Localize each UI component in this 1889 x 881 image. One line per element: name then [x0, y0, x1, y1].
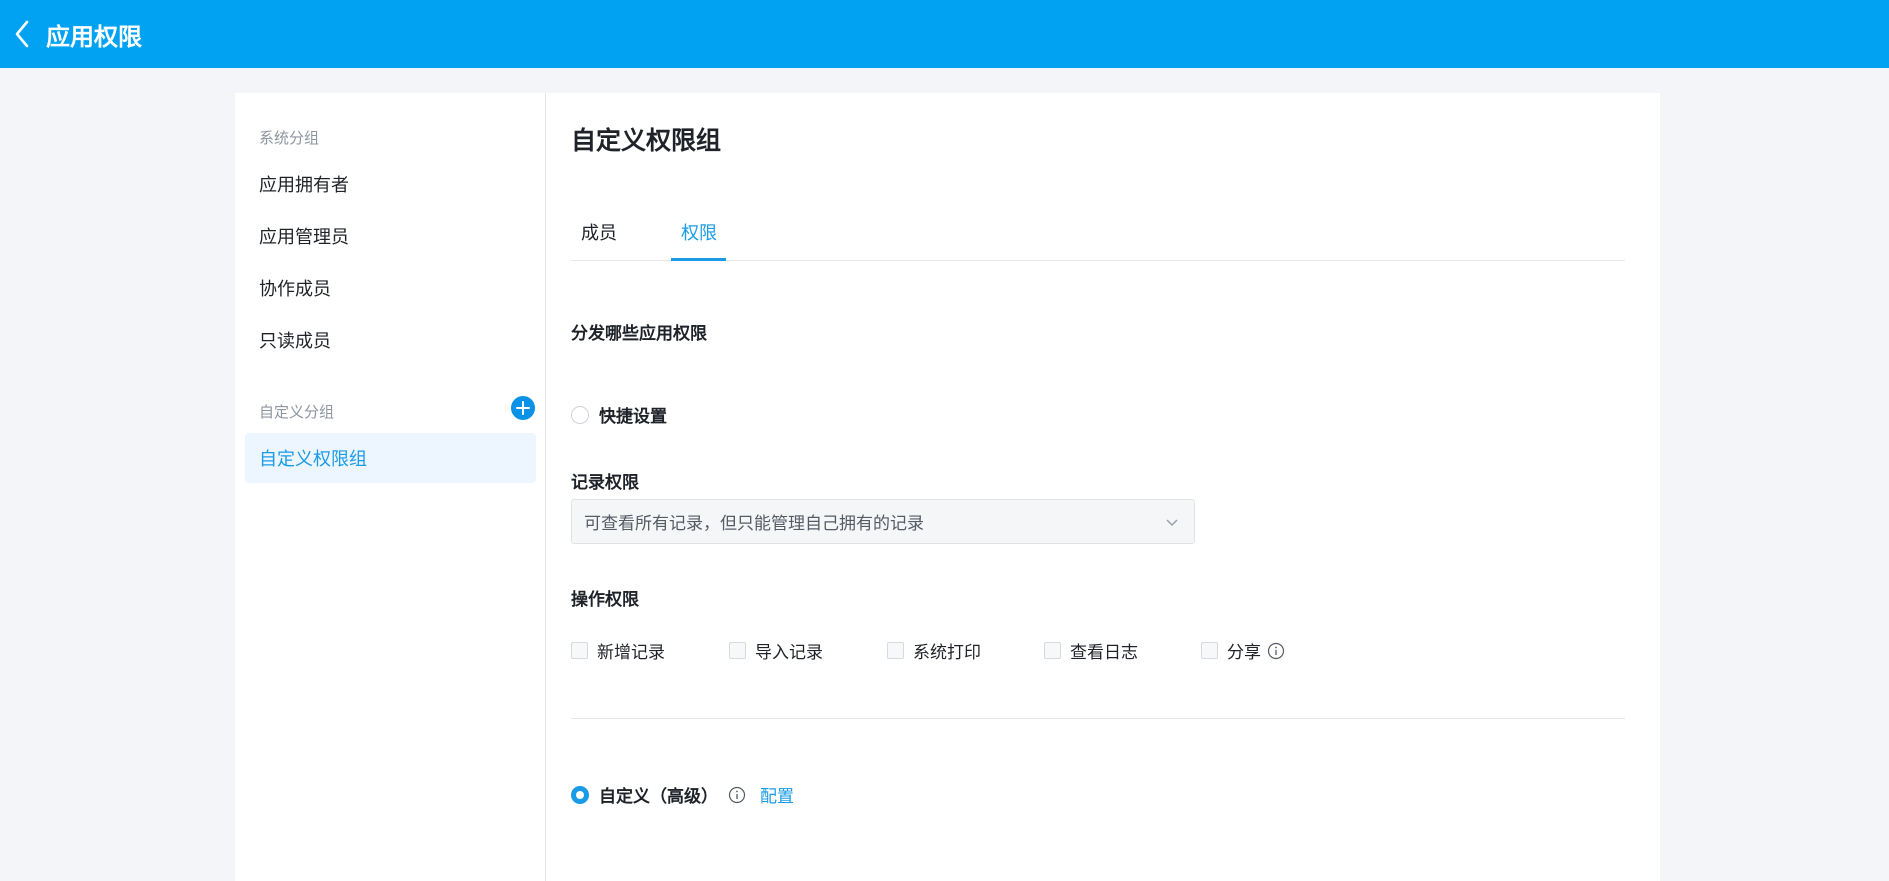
info-icon[interactable]: [1267, 642, 1285, 660]
custom-advanced-label: 自定义（高级）: [599, 787, 718, 807]
checkbox-import-record[interactable]: 导入记录: [729, 638, 887, 663]
sidebar-item-owner[interactable]: 应用拥有者: [245, 159, 536, 209]
content-area: 自定义权限组 成员 权限 分发哪些应用权限 快捷设置 记录权限 可查看所有记录，…: [546, 93, 1660, 881]
checkbox-label: 查看日志: [1070, 643, 1138, 663]
distribute-title: 分发哪些应用权限: [571, 324, 707, 344]
top-bar: 应用权限: [0, 0, 1889, 68]
add-group-button[interactable]: [511, 396, 535, 420]
sidebar-item-custom-group[interactable]: 自定义权限组: [245, 433, 536, 483]
sidebar-item-label: 协作成员: [259, 279, 331, 300]
checkbox[interactable]: [1044, 642, 1061, 659]
active-tab-indicator: [671, 258, 726, 261]
checkbox-view-log[interactable]: 查看日志: [1044, 638, 1201, 663]
main-panel: 系统分组 应用拥有者 应用管理员 协作成员 只读成员 自定义分组 自定义权限组 …: [235, 93, 1660, 881]
tab-bar: 成员 权限: [571, 216, 1625, 261]
checkbox-label: 导入记录: [755, 643, 823, 663]
checkbox[interactable]: [729, 642, 746, 659]
chevron-down-icon: [1166, 519, 1178, 527]
info-icon[interactable]: [728, 786, 746, 804]
checkbox[interactable]: [1201, 642, 1218, 659]
sidebar-item-label: 应用拥有者: [259, 175, 349, 196]
checkbox[interactable]: [887, 642, 904, 659]
sidebar-item-label: 自定义权限组: [259, 449, 367, 470]
divider: [571, 718, 1625, 719]
custom-advanced-radio[interactable]: 自定义（高级） 配置: [571, 782, 794, 807]
record-permission-select[interactable]: 可查看所有记录，但只能管理自己拥有的记录: [571, 499, 1195, 544]
sidebar: 系统分组 应用拥有者 应用管理员 协作成员 只读成员 自定义分组 自定义权限组: [235, 93, 546, 881]
radio-unchecked[interactable]: [571, 405, 589, 424]
system-group-title: 系统分组: [259, 129, 320, 147]
sidebar-item-collaborator[interactable]: 协作成员: [245, 263, 536, 313]
operation-permission-options: 新增记录 导入记录 系统打印 查看日志 分享: [571, 638, 1285, 663]
plus-icon: [516, 401, 530, 415]
sidebar-item-label: 只读成员: [259, 331, 331, 352]
tab-members[interactable]: 成员: [581, 216, 617, 261]
quick-setting-label: 快捷设置: [599, 407, 667, 427]
page-title: 应用权限: [46, 22, 142, 51]
checkbox-share[interactable]: 分享: [1201, 638, 1285, 663]
radio-checked[interactable]: [571, 785, 589, 804]
custom-group-title: 自定义分组: [259, 403, 335, 421]
checkbox[interactable]: [571, 642, 588, 659]
checkbox-label: 系统打印: [913, 643, 981, 663]
checkbox-add-record[interactable]: 新增记录: [571, 638, 729, 663]
config-link[interactable]: 配置: [760, 782, 794, 807]
quick-setting-radio[interactable]: 快捷设置: [571, 402, 667, 427]
record-permission-value: 可查看所有记录，但只能管理自己拥有的记录: [584, 514, 924, 534]
tab-permissions[interactable]: 权限: [681, 216, 717, 261]
operation-permission-label: 操作权限: [571, 590, 639, 610]
section-title: 自定义权限组: [571, 126, 722, 155]
sidebar-item-admin[interactable]: 应用管理员: [245, 211, 536, 261]
checkbox-label: 新增记录: [597, 643, 665, 663]
checkbox-system-print[interactable]: 系统打印: [887, 638, 1044, 663]
record-permission-label: 记录权限: [571, 473, 639, 493]
checkbox-label: 分享: [1227, 643, 1261, 663]
sidebar-item-readonly[interactable]: 只读成员: [245, 315, 536, 365]
chevron-left-icon: [15, 20, 29, 48]
back-button[interactable]: [2, 0, 42, 68]
sidebar-item-label: 应用管理员: [259, 227, 349, 248]
